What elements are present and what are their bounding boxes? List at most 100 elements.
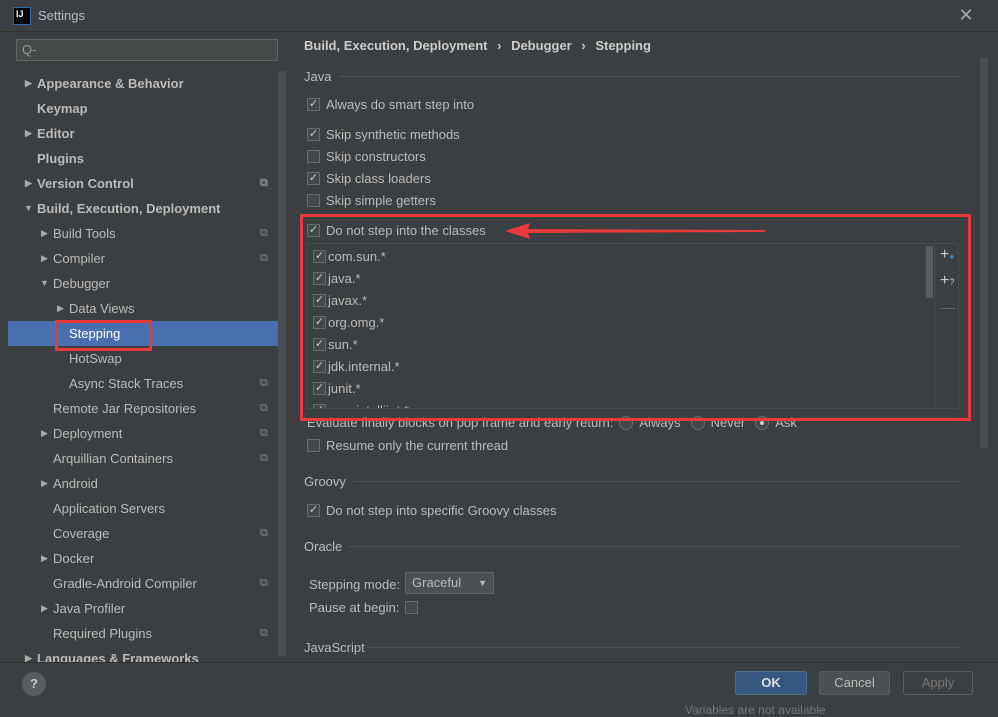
tree-item[interactable]: ▶ Editor bbox=[8, 121, 278, 146]
project-settings-icon: ⧉ bbox=[260, 527, 268, 539]
chevron-right-icon[interactable]: ▶ bbox=[41, 421, 48, 446]
chevron-down-icon[interactable]: ▼ bbox=[24, 196, 33, 221]
checkbox-box bbox=[307, 149, 320, 163]
tree-item-label: Async Stack Traces bbox=[69, 376, 184, 391]
divider bbox=[353, 481, 960, 482]
cancel-button[interactable]: Cancel bbox=[819, 671, 890, 695]
intellij-logo-icon: IJ bbox=[13, 7, 31, 25]
tree-item[interactable]: Keymap bbox=[8, 96, 278, 121]
window-title: Settings bbox=[38, 8, 85, 23]
java-option-checkbox[interactable]: ✓ Skip class loaders bbox=[307, 169, 431, 187]
chevron-right-icon[interactable]: ▶ bbox=[25, 71, 32, 96]
checkbox-box: ✓ bbox=[307, 97, 320, 111]
chevron-right-icon[interactable]: ▶ bbox=[25, 121, 32, 146]
checkbox-label: Do not step into specific Groovy classes bbox=[326, 502, 557, 518]
tree-item[interactable]: Remote Jar Repositories ⧉ bbox=[8, 396, 278, 421]
tree-item[interactable]: Async Stack Traces ⧉ bbox=[8, 371, 278, 396]
breadcrumb: Build, Execution, Deployment › Debugger … bbox=[304, 38, 651, 53]
tree-item[interactable]: ▶ Appearance & Behavior bbox=[8, 71, 278, 96]
tree-item[interactable]: ▶ Deployment ⧉ bbox=[8, 421, 278, 446]
ok-button[interactable]: OK bbox=[735, 671, 807, 695]
apply-button[interactable]: Apply bbox=[903, 671, 973, 695]
breadcrumb-item: Build, Execution, Deployment bbox=[304, 38, 488, 53]
tree-item[interactable]: Gradle-Android Compiler ⧉ bbox=[8, 571, 278, 596]
chevron-right-icon[interactable]: ▶ bbox=[25, 171, 32, 196]
checkbox-label: Skip constructors bbox=[326, 148, 426, 164]
project-settings-icon: ⧉ bbox=[260, 227, 268, 239]
tree-item[interactable]: Plugins bbox=[8, 146, 278, 171]
chevron-right-icon[interactable]: ▶ bbox=[41, 596, 48, 621]
tree-item-label: Version Control bbox=[37, 176, 134, 191]
java-option-checkbox[interactable]: Skip constructors bbox=[307, 147, 426, 165]
help-button[interactable]: ? bbox=[22, 672, 46, 696]
search-icon: Q- bbox=[22, 42, 37, 57]
tree-item[interactable]: Required Plugins ⧉ bbox=[8, 621, 278, 646]
close-icon[interactable]: ✕ bbox=[956, 5, 976, 26]
java-option-checkbox[interactable]: Skip simple getters bbox=[307, 191, 436, 209]
chevron-right-icon[interactable]: ▶ bbox=[57, 296, 64, 321]
tree-item[interactable]: ▼ Debugger bbox=[8, 271, 278, 296]
checkbox-box bbox=[307, 438, 320, 452]
content-scrollbar[interactable] bbox=[980, 58, 988, 448]
checkbox-box[interactable] bbox=[405, 601, 419, 614]
breadcrumb-separator: › bbox=[497, 38, 502, 53]
pause-label: Pause at begin: bbox=[309, 600, 400, 615]
tree-item-label: Deployment bbox=[53, 426, 123, 441]
resume-current-thread-checkbox[interactable]: Resume only the current thread bbox=[307, 436, 508, 454]
tree-item[interactable]: Application Servers bbox=[8, 496, 278, 521]
chevron-right-icon[interactable]: ▶ bbox=[41, 471, 48, 496]
pause-at-begin[interactable]: Pause at begin: bbox=[309, 600, 419, 615]
section-oracle: Oracle bbox=[304, 539, 343, 554]
checkbox-box: ✓ bbox=[307, 503, 320, 517]
divider bbox=[367, 647, 960, 648]
breadcrumb-item: Stepping bbox=[595, 38, 651, 53]
groovy-checkbox[interactable]: ✓ Do not step into specific Groovy classe… bbox=[307, 501, 557, 519]
tree-item[interactable]: ▶ Version Control ⧉ bbox=[8, 171, 278, 196]
dropdown-value: Graceful bbox=[412, 575, 462, 590]
tree-item-label: Data Views bbox=[69, 301, 135, 316]
tree-item-label: Keymap bbox=[37, 101, 88, 116]
tree-item[interactable]: Arquillian Containers ⧉ bbox=[8, 446, 278, 471]
tree-item-label: Debugger bbox=[53, 276, 111, 291]
tree-item[interactable]: ▶ Build Tools ⧉ bbox=[8, 221, 278, 246]
checkbox-box: ✓ bbox=[307, 127, 320, 141]
chevron-right-icon[interactable]: ▶ bbox=[41, 546, 48, 571]
checkbox-label: Skip class loaders bbox=[326, 170, 431, 186]
checkbox-label: Skip synthetic methods bbox=[326, 126, 460, 142]
search-input[interactable]: Q- bbox=[16, 39, 278, 61]
chevron-right-icon[interactable]: ▶ bbox=[25, 646, 32, 662]
tree-item[interactable]: ▼ Build, Execution, Deployment bbox=[8, 196, 278, 221]
tree-item[interactable]: ▶ Data Views bbox=[8, 296, 278, 321]
sidebar-scrollbar[interactable] bbox=[278, 71, 286, 656]
tree-item-label: Compiler bbox=[53, 251, 106, 266]
tree-item[interactable]: ▶ Languages & Frameworks bbox=[8, 646, 278, 662]
checkbox-box bbox=[307, 193, 320, 207]
project-settings-icon: ⧉ bbox=[260, 252, 268, 264]
project-settings-icon: ⧉ bbox=[260, 627, 268, 639]
annotation-arrow bbox=[505, 223, 765, 239]
checkbox-label: Skip simple getters bbox=[326, 192, 436, 208]
java-option-checkbox[interactable]: ✓ Skip synthetic methods bbox=[307, 125, 460, 143]
chevron-down-icon[interactable]: ▼ bbox=[40, 271, 49, 296]
breadcrumb-separator: › bbox=[581, 38, 586, 53]
tree-item[interactable]: ▶ Java Profiler bbox=[8, 596, 278, 621]
project-settings-icon: ⧉ bbox=[260, 402, 268, 414]
project-settings-icon: ⧉ bbox=[260, 427, 268, 439]
tree-item-label: Coverage bbox=[53, 526, 110, 541]
tree-item-label: Languages & Frameworks bbox=[37, 651, 199, 662]
tree-item-label: Gradle-Android Compiler bbox=[53, 576, 197, 591]
java-option-checkbox[interactable]: ✓ Always do smart step into bbox=[307, 95, 474, 113]
chevron-right-icon[interactable]: ▶ bbox=[41, 221, 48, 246]
tree-item[interactable]: ▶ Android bbox=[8, 471, 278, 496]
breadcrumb-item: Debugger bbox=[511, 38, 572, 53]
annotation-box-stepping bbox=[55, 320, 152, 351]
tree-item[interactable]: ▶ Docker bbox=[8, 546, 278, 571]
project-settings-icon: ⧉ bbox=[260, 452, 268, 464]
tree-item-label: Appearance & Behavior bbox=[37, 76, 184, 91]
tree-item[interactable]: ▶ Compiler ⧉ bbox=[8, 246, 278, 271]
stepping-mode-dropdown[interactable]: Graceful ▼ bbox=[405, 572, 494, 594]
chevron-right-icon[interactable]: ▶ bbox=[41, 246, 48, 271]
tree-item-label: Android bbox=[53, 476, 98, 491]
tree-item[interactable]: Coverage ⧉ bbox=[8, 521, 278, 546]
section-groovy: Groovy bbox=[304, 474, 346, 489]
